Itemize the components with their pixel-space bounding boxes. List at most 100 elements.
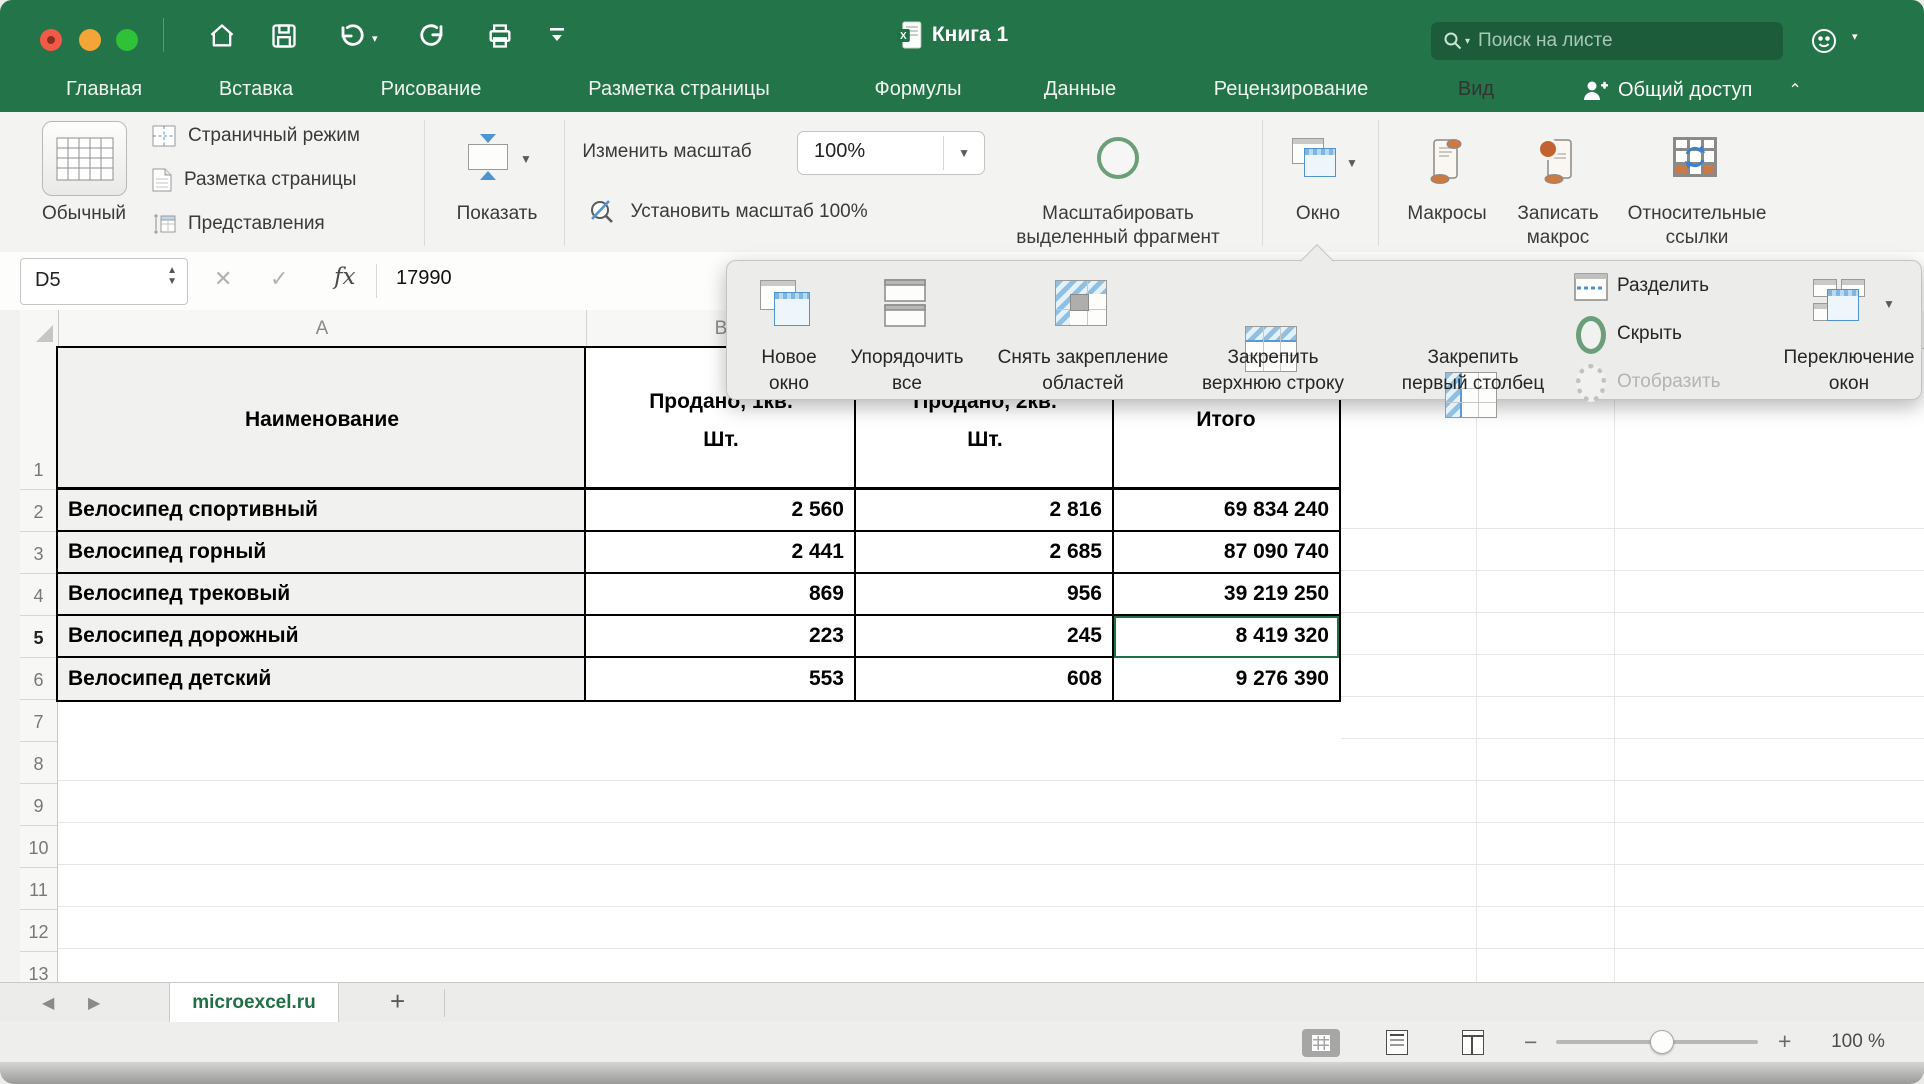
name-box-stepper[interactable]: ▲▼ [167, 265, 177, 287]
page-break-status-button[interactable] [1462, 1030, 1484, 1055]
name-box[interactable]: D5 ▲▼ [20, 258, 188, 305]
page-layout-view-button[interactable]: Разметка страницы [152, 168, 356, 192]
search-scope-caret[interactable]: ▾ [1465, 36, 1470, 47]
tab-view[interactable]: Вид [1458, 78, 1494, 101]
select-all-corner[interactable] [20, 310, 59, 347]
cell-a5[interactable]: Велосипед дорожный [58, 616, 586, 658]
cell-b6[interactable]: 553 [586, 658, 856, 700]
switch-windows-icon[interactable] [1813, 279, 1869, 327]
unfreeze-panes-icon[interactable] [1055, 280, 1107, 326]
split-icon[interactable] [1574, 273, 1608, 301]
formula-value[interactable]: 17990 [396, 267, 452, 290]
row-header-5[interactable]: 5 [20, 616, 57, 658]
row-header-12[interactable]: 12 [20, 910, 57, 952]
add-sheet-button[interactable]: + [390, 986, 405, 1017]
sheet-tab-active[interactable]: microexcel.ru [169, 983, 339, 1023]
record-macro-button[interactable] [1536, 138, 1578, 184]
page-layout-status-button[interactable] [1386, 1030, 1408, 1055]
column-divider[interactable] [586, 310, 587, 347]
zoom-select[interactable]: 100% ▼ [797, 131, 985, 175]
feedback-dropdown-caret[interactable]: ▾ [1852, 30, 1858, 43]
zoom-in-button[interactable]: + [1778, 1028, 1791, 1055]
insert-function-icon[interactable]: fx [334, 264, 355, 290]
freeze-first-column-item[interactable]: Закрепитьпервый столбец [1402, 345, 1544, 397]
cell-d3[interactable]: 87 090 740 [1114, 532, 1339, 574]
row-header-9[interactable]: 9 [20, 784, 57, 826]
row-header-10[interactable]: 10 [20, 826, 57, 868]
relative-references-button[interactable] [1672, 136, 1718, 178]
row-header-7[interactable]: 7 [20, 700, 57, 742]
cell-a6[interactable]: Велосипед детский [58, 658, 586, 700]
cell-c5[interactable]: 245 [856, 616, 1114, 658]
next-sheet-arrow[interactable]: ▶ [88, 993, 100, 1013]
collapse-ribbon-chevron[interactable]: ⌃ [1788, 80, 1801, 100]
split-item[interactable]: Разделить [1617, 275, 1709, 297]
cell-a4[interactable]: Велосипед трековый [58, 574, 586, 616]
cell-a3[interactable]: Велосипед горный [58, 532, 586, 574]
minimize-window-button[interactable] [79, 29, 101, 51]
row-header-4[interactable]: 4 [20, 574, 57, 616]
row-header-6[interactable]: 6 [20, 658, 57, 700]
tab-home[interactable]: Главная [66, 78, 142, 101]
new-window-icon[interactable] [760, 280, 812, 326]
worksheet-grid[interactable]: A B 12345678910111213 Наименование Прода… [0, 310, 1924, 982]
column-header-a[interactable]: A [316, 318, 329, 340]
row-header-3[interactable]: 3 [20, 532, 57, 574]
home-icon[interactable] [208, 22, 236, 50]
zoom-selection-icon[interactable] [1097, 137, 1139, 179]
tab-review[interactable]: Рецензирование [1214, 78, 1368, 101]
window-menu-button[interactable] [1292, 138, 1338, 178]
share-button[interactable]: Общий доступ ⌃ [1582, 78, 1802, 102]
cell-b5[interactable]: 223 [586, 616, 856, 658]
freeze-top-row-item[interactable]: Закрепитьверхнюю строку [1202, 345, 1344, 397]
row-header-8[interactable]: 8 [20, 742, 57, 784]
cancel-entry-icon[interactable]: ✕ [214, 266, 232, 292]
switch-windows-caret[interactable]: ▼ [1883, 297, 1895, 311]
data-table[interactable]: Наименование Продано, 1кв.Шт. Продано, 2… [58, 348, 1339, 700]
hide-item[interactable]: Скрыть [1617, 323, 1682, 345]
cell-b2[interactable]: 2 560 [586, 490, 856, 532]
tab-formulas[interactable]: Формулы [874, 78, 961, 101]
cell-a2[interactable]: Велосипед спортивный [58, 490, 586, 532]
save-icon[interactable] [270, 22, 298, 50]
normal-view-status-button[interactable] [1302, 1029, 1340, 1057]
tab-page-layout[interactable]: Разметка страницы [588, 78, 769, 101]
cell-b3[interactable]: 2 441 [586, 532, 856, 574]
cell-d2[interactable]: 69 834 240 [1114, 490, 1339, 532]
cell-d6[interactable]: 9 276 390 [1114, 658, 1339, 700]
feedback-smiley-icon[interactable] [1810, 26, 1840, 56]
switch-windows-item[interactable]: Переключениеокон [1784, 345, 1915, 397]
hide-icon[interactable] [1576, 316, 1606, 354]
new-window-item[interactable]: Новоеокно [761, 345, 816, 397]
cell-d4[interactable]: 39 219 250 [1114, 574, 1339, 616]
zoom-out-button[interactable]: − [1524, 1029, 1537, 1056]
prev-sheet-arrow[interactable]: ◀ [42, 993, 54, 1013]
close-window-button[interactable] [40, 29, 62, 51]
window-menu-caret[interactable]: ▼ [1346, 156, 1358, 170]
zoom-slider-knob[interactable] [1650, 1030, 1674, 1054]
custom-views-button[interactable]: Представления [152, 212, 325, 236]
row-header-column[interactable]: 12345678910111213 [20, 348, 58, 982]
undo-icon[interactable] [336, 22, 364, 50]
maximize-window-button[interactable] [116, 29, 138, 51]
arrange-all-item[interactable]: Упорядочитьвсе [850, 345, 963, 397]
cell-b4[interactable]: 869 [586, 574, 856, 616]
redo-icon[interactable] [420, 22, 448, 50]
row-header-1[interactable]: 1 [20, 348, 57, 490]
normal-view-button[interactable] [42, 121, 127, 196]
row-header-2[interactable]: 2 [20, 490, 57, 532]
cell-c2[interactable]: 2 816 [856, 490, 1114, 532]
cell-c4[interactable]: 956 [856, 574, 1114, 616]
undo-dropdown-caret[interactable]: ▾ [372, 32, 378, 45]
tab-draw[interactable]: Рисование [381, 78, 482, 101]
cell-c6[interactable]: 608 [856, 658, 1114, 700]
print-icon[interactable] [486, 22, 514, 50]
zoom-100-button[interactable]: Установить масштаб 100% [588, 198, 868, 226]
row-header-13[interactable]: 13 [20, 952, 57, 982]
tab-insert[interactable]: Вставка [219, 78, 293, 101]
macros-button[interactable] [1427, 138, 1465, 184]
tab-data[interactable]: Данные [1044, 78, 1116, 101]
row-header-11[interactable]: 11 [20, 868, 57, 910]
unfreeze-panes-item[interactable]: Снять закреплениеобластей [998, 345, 1169, 397]
page-break-view-button[interactable]: Страничный режим [152, 125, 360, 147]
